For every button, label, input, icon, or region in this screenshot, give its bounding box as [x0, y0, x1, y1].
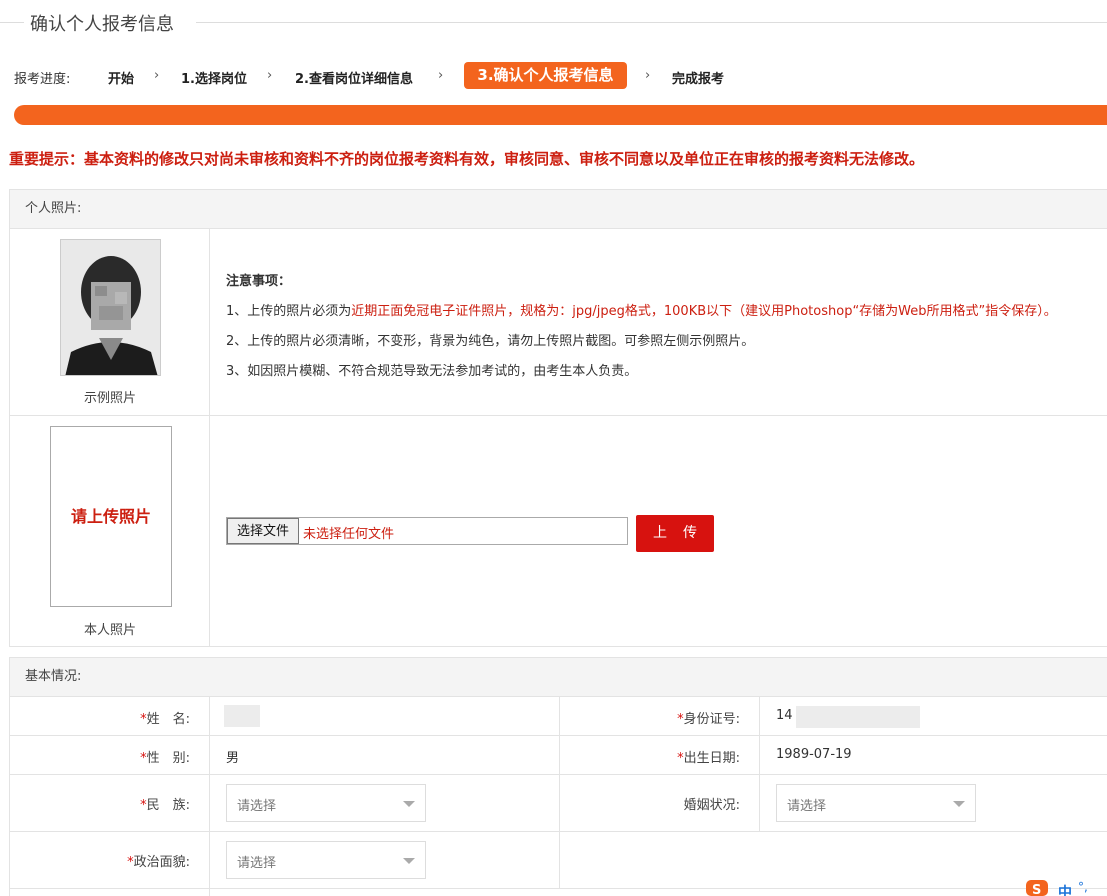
basic-info-form: *姓 名: *身份证号: 14 *性 别: 男 *出生日期: 1989-07-1… — [9, 697, 1107, 896]
political-select[interactable]: 请选择 — [226, 841, 426, 879]
political-label: *政治面貌: — [127, 855, 190, 870]
photo-section-header: 个人照片: — [9, 189, 1107, 229]
page-title: 确认个人报考信息 — [30, 14, 174, 35]
id-value-redacted — [796, 706, 920, 728]
form-row-political: *政治面貌: 请选择 — [10, 832, 1107, 889]
name-label: *姓 名: — [140, 712, 190, 727]
note-2: 2、上传的照片必须清晰，不变形，背景为纯色，请勿上传照片截图。可参照左侧示例照片… — [226, 334, 755, 349]
step-separator: › — [154, 68, 160, 83]
step-view-position-details: 2.查看岗位详细信息 — [295, 72, 413, 87]
file-status: 未选择任何文件 — [303, 527, 395, 542]
basic-section-header: 基本情况: — [9, 657, 1107, 697]
marital-label: 婚姻状况: — [683, 798, 740, 813]
chevron-down-icon — [403, 858, 415, 864]
gender-value: 男 — [226, 751, 240, 766]
page-title-bar: 确认个人报考信息 — [0, 0, 1107, 44]
id-value: 14 — [776, 708, 793, 723]
own-photo-placeholder[interactable]: 请上传照片 — [50, 426, 172, 607]
own-photo-caption: 本人照片 — [83, 623, 136, 638]
birth-date-label: *出生日期: — [677, 751, 740, 766]
step-separator: › — [267, 68, 273, 83]
sample-photo — [60, 239, 161, 376]
form-row-name-id: *姓 名: *身份证号: 14 — [10, 697, 1107, 736]
gender-label: *性 别: — [140, 751, 190, 766]
step-complete: 完成报考 — [672, 72, 725, 87]
own-photo-row: 请上传照片 本人照片 选择文件 未选择任何文件 上传 — [10, 416, 1107, 647]
important-notice: 重要提示：基本资料的修改只对尚未审核和资料不齐的岗位报考资料有效，审核同意、审核… — [9, 150, 925, 168]
file-input[interactable]: 选择文件 未选择任何文件 — [226, 517, 628, 545]
sample-photo-row: 示例照片 注意事项： 1、上传的照片必须为近期正面免冠电子证件照片，规格为：jp… — [10, 229, 1107, 416]
step-start: 开始 — [108, 72, 135, 87]
choose-file-button[interactable]: 选择文件 — [227, 518, 299, 544]
chevron-down-icon — [403, 801, 415, 807]
progress-label: 报考进度: — [14, 72, 71, 87]
note-1: 1、上传的照片必须为近期正面免冠电子证件照片，规格为：jpg/jpeg格式，10… — [226, 304, 1057, 319]
form-row-gender-birth: *性 别: 男 *出生日期: 1989-07-19 — [10, 736, 1107, 775]
note-3: 3、如因照片模糊、不符合规范导致无法参加考试的，由考生本人负责。 — [226, 364, 638, 379]
upload-notes: 注意事项： 1、上传的照片必须为近期正面免冠电子证件照片，规格为：jpg/jpe… — [226, 267, 1057, 387]
ime-mode: 中 — [1058, 885, 1072, 896]
chevron-down-icon — [953, 801, 965, 807]
ethnic-select[interactable]: 请选择 — [226, 784, 426, 822]
form-row-ethnic-marital: *民 族: 请选择 婚姻状况: 请选择 — [10, 775, 1107, 832]
step-separator: › — [645, 68, 651, 83]
birth-date-value: 1989-07-19 — [776, 747, 852, 762]
step-select-position: 1.选择岗位 — [181, 72, 247, 87]
title-divider-right — [196, 22, 1107, 23]
step-separator: › — [438, 68, 444, 83]
photo-section-body: 示例照片 注意事项： 1、上传的照片必须为近期正面免冠电子证件照片，规格为：jp… — [9, 229, 1107, 647]
name-value-redacted — [224, 705, 260, 727]
marital-select[interactable]: 请选择 — [776, 784, 976, 822]
step-confirm-info-active: 3.确认个人报考信息 — [464, 62, 627, 89]
ime-indicator[interactable]: S 中 °, — [1024, 876, 1107, 896]
upload-button[interactable]: 上传 — [636, 515, 714, 552]
title-divider-left — [0, 22, 24, 23]
ethnic-label: *民 族: — [140, 798, 190, 813]
ime-punct: °, — [1078, 880, 1088, 894]
notes-title: 注意事项： — [226, 274, 292, 289]
id-label: *身份证号: — [677, 712, 740, 727]
svg-text:S: S — [1032, 883, 1041, 896]
sample-photo-caption: 示例照片 — [83, 391, 136, 406]
progress-steps: 报考进度: 开始 › 1.选择岗位 › 2.查看岗位详细信息 › 3.确认个人报… — [14, 62, 1104, 90]
progress-bar — [14, 105, 1107, 125]
